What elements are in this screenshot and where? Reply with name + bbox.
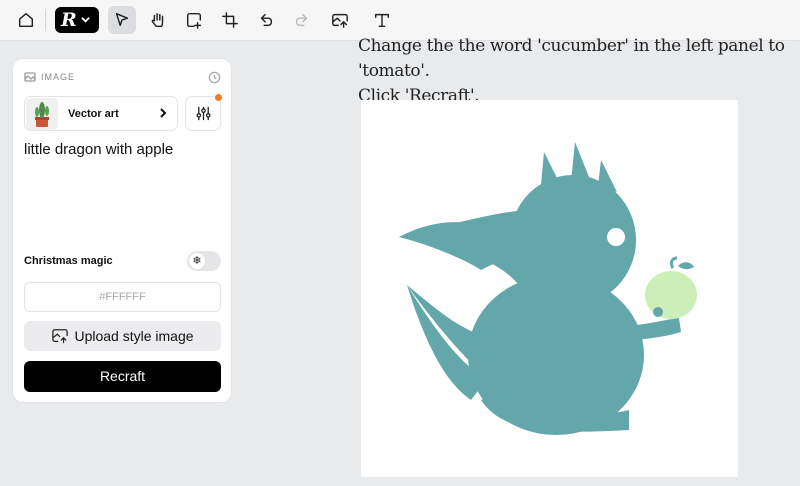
image-panel: IMAGE Vector art little dragon with appl… <box>13 59 231 402</box>
upload-image-icon[interactable] <box>326 6 354 34</box>
panel-header: IMAGE <box>24 71 75 83</box>
logo-icon: R <box>61 9 77 31</box>
image-icon <box>24 72 36 82</box>
redo-icon[interactable] <box>288 6 316 34</box>
text-tool-icon[interactable] <box>368 6 396 34</box>
select-tool-icon[interactable] <box>108 6 136 34</box>
style-label: Vector art <box>68 107 119 120</box>
crop-tool-icon[interactable] <box>216 6 244 34</box>
apple <box>645 256 697 319</box>
toolbar-divider <box>45 9 46 31</box>
color-field[interactable]: #FFFFFF <box>24 282 221 312</box>
logo-menu-button[interactable]: R <box>55 7 99 33</box>
sliders-icon <box>195 106 211 121</box>
settings-button[interactable] <box>185 94 222 131</box>
hand-tool-icon[interactable] <box>144 6 172 34</box>
style-selector-button[interactable]: Vector art <box>24 96 178 131</box>
home-icon[interactable] <box>12 6 40 34</box>
undo-icon[interactable] <box>252 6 280 34</box>
prompt-text[interactable]: little dragon with apple <box>24 141 173 158</box>
notification-dot <box>215 94 222 101</box>
upload-style-image-label: Upload style image <box>74 328 194 344</box>
upload-image-icon <box>52 329 69 344</box>
canvas-image[interactable] <box>361 100 738 477</box>
upload-style-image-button[interactable]: Upload style image <box>24 321 221 351</box>
history-icon[interactable] <box>208 71 221 89</box>
instruction-text: Change the the word 'cucumber' in the le… <box>358 34 798 109</box>
dragon-illustration <box>399 142 697 435</box>
dragon-silhouette <box>399 142 681 435</box>
chevron-right-icon <box>159 105 167 123</box>
chevron-down-icon <box>81 11 90 29</box>
style-thumbnail <box>26 97 58 130</box>
snowflake-icon: ❄ <box>189 253 205 269</box>
panel-header-label: IMAGE <box>41 72 76 82</box>
christmas-magic-toggle[interactable]: ❄ <box>187 251 221 271</box>
christmas-magic-label: Christmas magic <box>24 255 113 267</box>
dragon-eye <box>607 228 625 246</box>
recraft-button[interactable]: Recraft <box>24 361 221 392</box>
instruction-line-1: Change the the word 'cucumber' in the le… <box>358 36 785 81</box>
frame-tool-icon[interactable] <box>180 6 208 34</box>
